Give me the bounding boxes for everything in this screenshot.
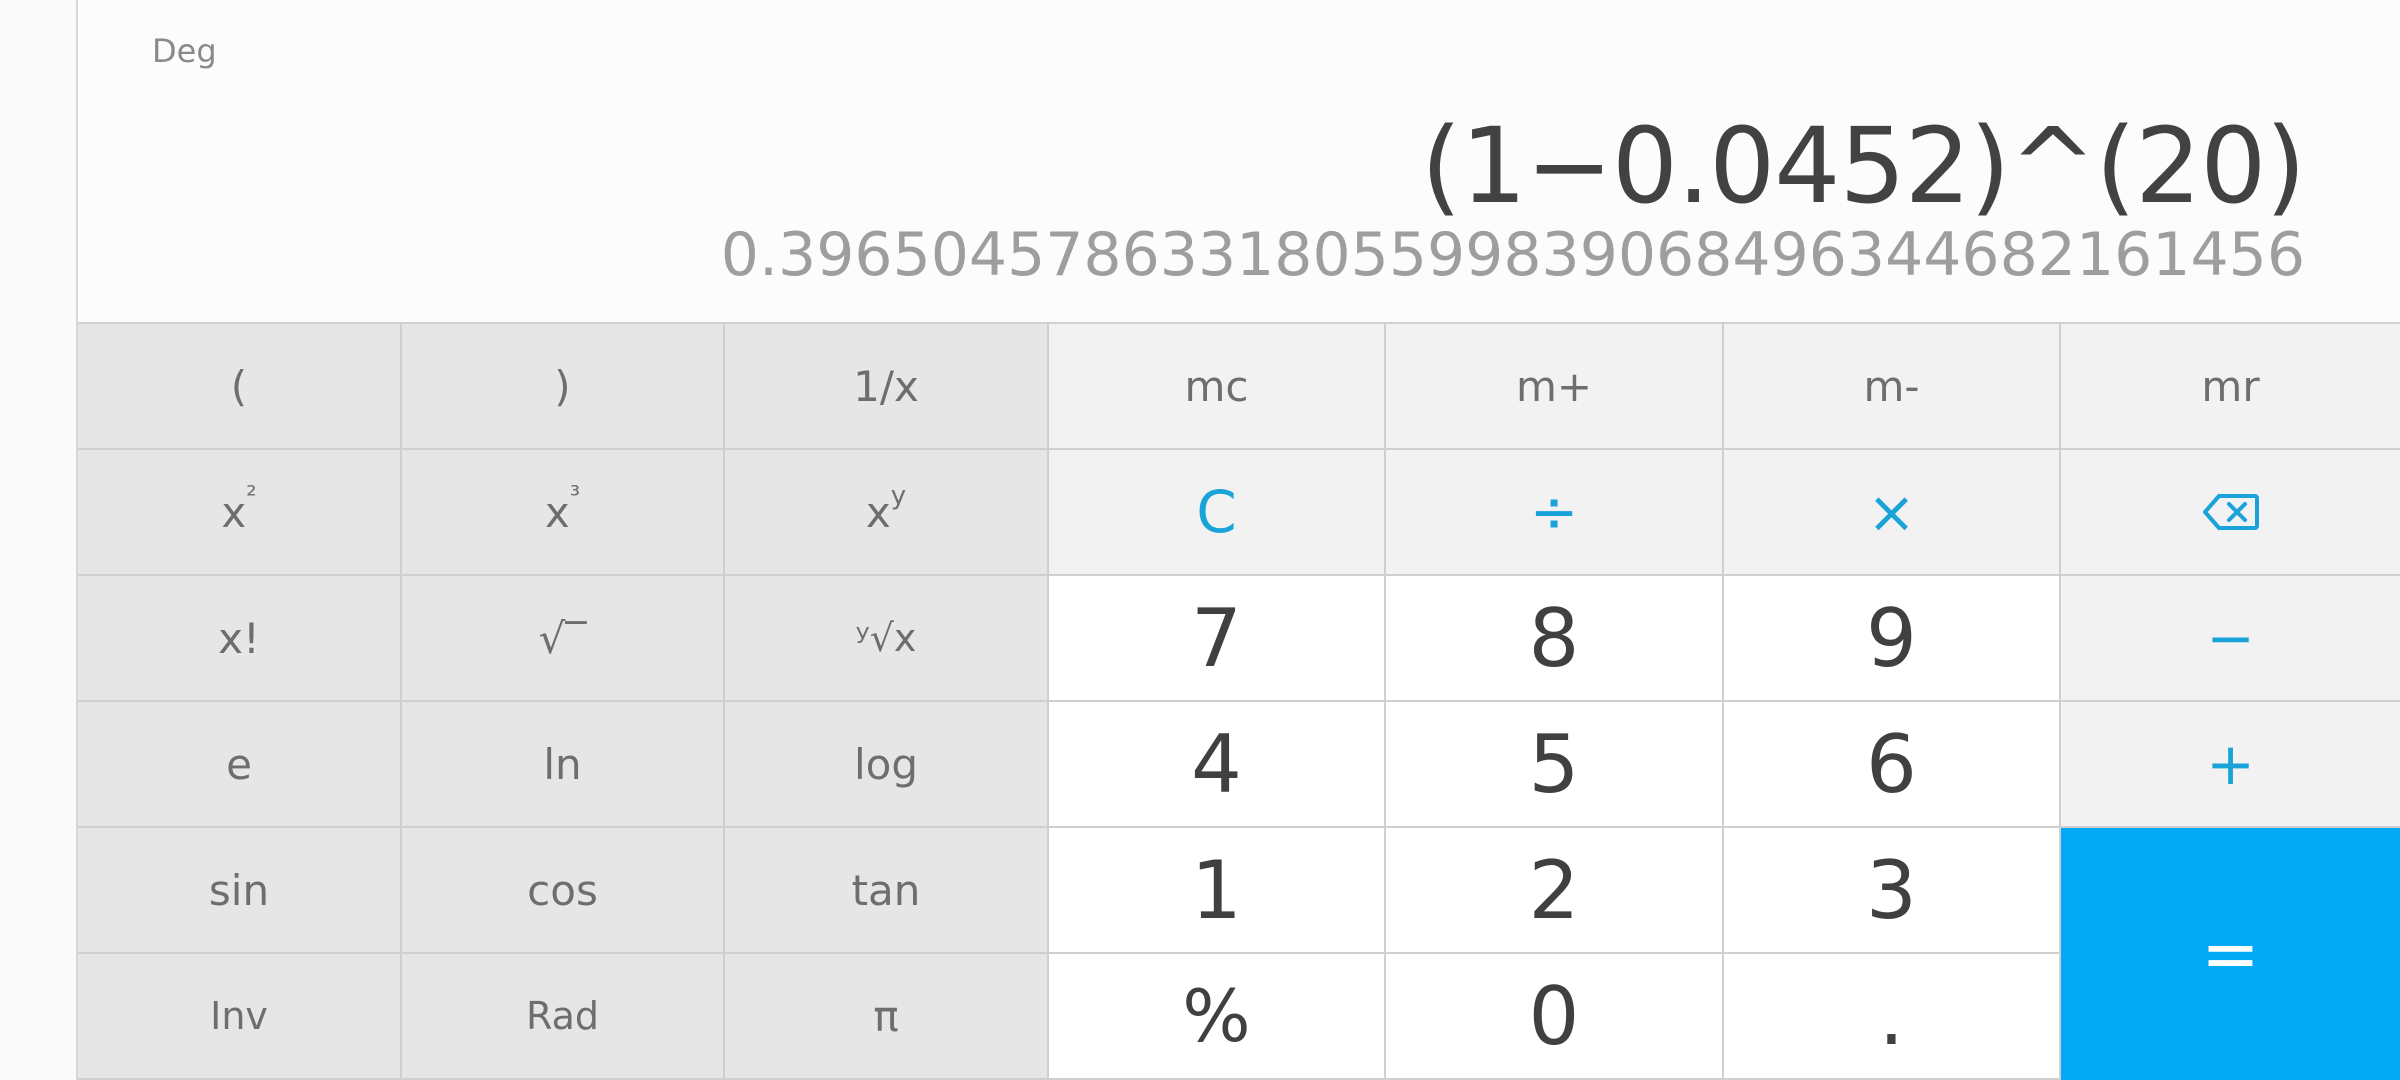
backspace-icon	[2202, 494, 2259, 530]
angle-mode-key[interactable]: Rad	[402, 954, 725, 1080]
cos-key[interactable]: cos	[402, 828, 725, 954]
square-root-key[interactable]: √‾	[402, 576, 725, 702]
digit-4-key[interactable]: 4	[1049, 702, 1386, 828]
reciprocal-key[interactable]: 1/x	[725, 324, 1049, 450]
open-paren-key[interactable]: (	[78, 324, 402, 450]
calculator-display: Deg (1−0.0452)^(20) 0.396504578633180559…	[78, 0, 2400, 324]
digit-2-key[interactable]: 2	[1386, 828, 1724, 954]
calculator-app: Deg (1−0.0452)^(20) 0.396504578633180559…	[0, 0, 2400, 1080]
close-paren-key[interactable]: )	[402, 324, 725, 450]
expression-text[interactable]: (1−0.0452)^(20)	[1421, 105, 2306, 227]
digit-9-key[interactable]: 9	[1724, 576, 2061, 702]
digit-8-key[interactable]: 8	[1386, 576, 1724, 702]
log-key[interactable]: log	[725, 702, 1049, 828]
backspace-key[interactable]	[2061, 450, 2400, 576]
tan-key[interactable]: tan	[725, 828, 1049, 954]
percent-key[interactable]: %	[1049, 954, 1386, 1080]
square-exponent: ²	[246, 481, 257, 511]
square-base: x	[221, 487, 247, 537]
cube-base: x	[544, 487, 570, 537]
digit-6-key[interactable]: 6	[1724, 702, 2061, 828]
result-preview[interactable]: 0.39650457863318055998390684963446821614…	[721, 220, 2305, 290]
euler-key[interactable]: e	[78, 702, 402, 828]
cube-key[interactable]: x³	[402, 450, 725, 576]
angle-mode-indicator: Deg	[152, 32, 217, 70]
pi-key[interactable]: π	[725, 954, 1049, 1080]
decimal-key[interactable]: .	[1724, 954, 2061, 1080]
memory-subtract-key[interactable]: m-	[1724, 324, 2061, 450]
clear-key[interactable]: C	[1049, 450, 1386, 576]
digit-7-key[interactable]: 7	[1049, 576, 1386, 702]
power-exponent: y	[890, 481, 907, 511]
plus-key[interactable]: +	[2061, 702, 2400, 828]
memory-clear-key[interactable]: mc	[1049, 324, 1386, 450]
digit-0-key[interactable]: 0	[1386, 954, 1724, 1080]
inverse-key[interactable]: Inv	[78, 954, 402, 1080]
divide-key[interactable]: ÷	[1386, 450, 1724, 576]
minus-key[interactable]: −	[2061, 576, 2400, 702]
cube-exponent: ³	[569, 481, 581, 511]
memory-recall-key[interactable]: mr	[2061, 324, 2400, 450]
digit-1-key[interactable]: 1	[1049, 828, 1386, 954]
sin-key[interactable]: sin	[78, 828, 402, 954]
power-key[interactable]: xy	[725, 450, 1049, 576]
digit-3-key[interactable]: 3	[1724, 828, 2061, 954]
left-edge-strip	[0, 0, 78, 1080]
nth-root-key[interactable]: ʸ√x	[725, 576, 1049, 702]
multiply-key[interactable]: ×	[1724, 450, 2061, 576]
memory-add-key[interactable]: m+	[1386, 324, 1724, 450]
digit-5-key[interactable]: 5	[1386, 702, 1724, 828]
natural-log-key[interactable]: ln	[402, 702, 725, 828]
square-key[interactable]: x²	[78, 450, 402, 576]
power-base: x	[865, 487, 891, 537]
keypad: ( ) 1/x mc m+ m- mr x² x³ xy C ÷ × x! √‾…	[78, 324, 2400, 1080]
equals-key[interactable]: =	[2061, 828, 2400, 1080]
factorial-key[interactable]: x!	[78, 576, 402, 702]
